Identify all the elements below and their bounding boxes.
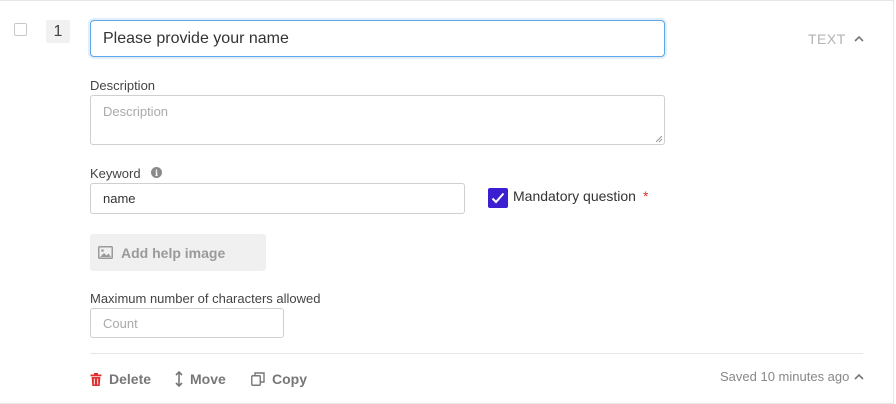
question-title-value: Please provide your name [103,29,289,47]
copy-icon [251,372,265,386]
delete-label: Delete [109,371,152,387]
add-help-image-label: Add help image [121,244,226,261]
copy-button[interactable]: Copy [251,371,307,387]
keyword-value: name [103,191,136,206]
move-label: Move [190,371,226,387]
keyword-label: Keyword [90,166,141,181]
mandatory-label[interactable]: Mandatory question [513,188,636,204]
check-icon [491,192,505,204]
chevron-up-icon[interactable] [854,373,864,383]
resize-grip-icon[interactable] [655,135,663,143]
image-icon [98,246,113,259]
description-label: Description [90,78,156,93]
saved-status: Saved 10 minutes ago [720,369,850,384]
move-button[interactable]: Move [175,371,226,387]
required-asterisk: * [643,188,649,204]
question-number-badge: 1 [46,20,70,43]
move-vertical-icon [175,371,183,387]
trash-icon [90,372,102,386]
copy-label: Copy [272,371,307,387]
max-chars-label: Maximum number of characters allowed [90,291,321,306]
question-title-input[interactable]: Please provide your name [90,20,665,57]
delete-button[interactable]: Delete [90,371,151,387]
question-number: 1 [53,22,63,40]
info-icon[interactable]: i [151,167,162,178]
footer-divider [90,353,863,354]
description-textarea[interactable]: Description [90,95,665,145]
question-select-checkbox[interactable] [14,23,27,36]
question-type-label[interactable]: TEXT [808,31,846,47]
max-chars-count-input[interactable]: Count [90,308,284,338]
description-placeholder: Description [103,104,169,119]
keyword-input[interactable]: name [90,183,465,214]
mandatory-checkbox[interactable] [488,188,508,208]
max-chars-placeholder: Count [103,315,138,331]
chevron-up-icon[interactable] [854,35,864,45]
question-card: 1 Please provide your name TEXT Descript… [0,0,894,404]
add-help-image-button[interactable]: Add help image [90,234,266,271]
